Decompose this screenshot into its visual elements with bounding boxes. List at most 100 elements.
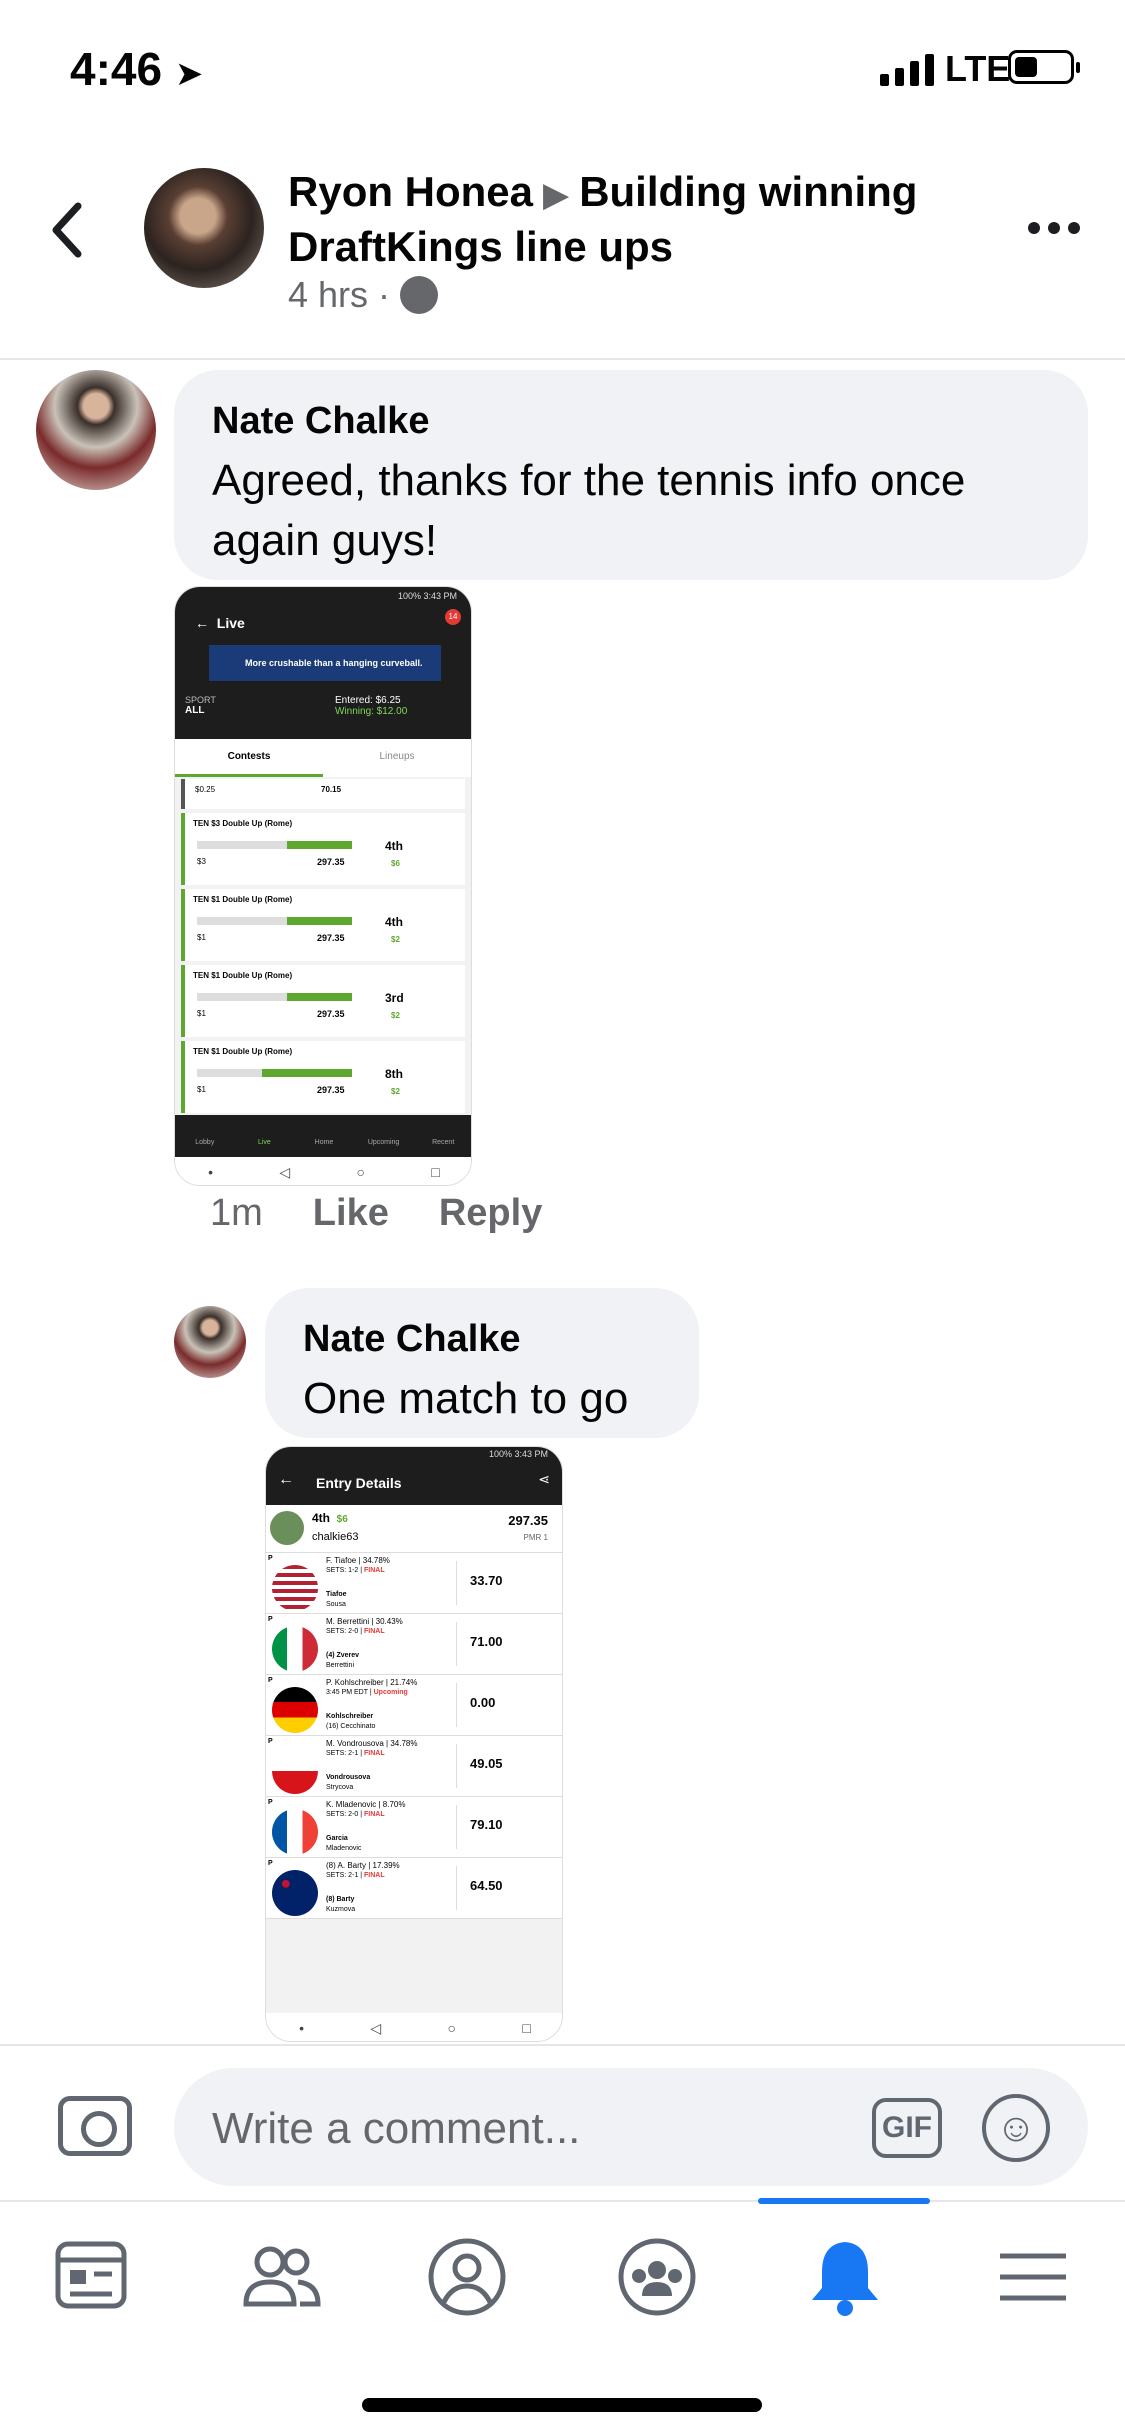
comment-bubble: Nate Chalke Agreed, thanks for the tenni… (174, 370, 1088, 580)
author-avatar[interactable] (144, 168, 264, 288)
aus-flag-icon (272, 1870, 318, 1916)
author-name[interactable]: Ryon Honea (288, 168, 533, 215)
menu-icon[interactable] (988, 2232, 1078, 2322)
emoji-icon[interactable]: ☺ (982, 2094, 1050, 2162)
contest-points: 297.35 (317, 1009, 345, 1019)
comment-image-entry[interactable]: 100% 3:43 PM ← Entry Details ⋖ 4th $6 ch… (265, 1446, 563, 2042)
commenter-avatar[interactable] (174, 1306, 246, 1378)
battery-icon (1008, 50, 1080, 84)
back-arrow-icon: ← (278, 1471, 294, 1488)
comment-text: Agreed, thanks for the tennis info once … (212, 456, 966, 565)
match-player-1: Tiafoe (326, 1591, 347, 1598)
contest-card: TEN $3 Double Up (Rome) $3 297.35 4th $6 (181, 813, 465, 885)
match-player-2: Kuzmova (326, 1906, 356, 1913)
contest-winnings: $2 (391, 1011, 400, 1020)
contest-title: TEN $1 Double Up (Rome) (193, 971, 293, 980)
image-nav-item: Recent (432, 1139, 455, 1146)
news-feed-icon[interactable] (48, 2232, 138, 2322)
match-status: 3:45 PM EDT | Upcoming (326, 1689, 408, 1696)
post-title[interactable]: Ryon Honea ▶ Building winning DraftKings l… (288, 166, 988, 273)
position-label: P (268, 1555, 273, 1562)
image-status: 100% 3:43 PM (488, 1449, 548, 1459)
contest-points: 297.35 (317, 1085, 345, 1095)
match-player-2: Strycova (326, 1784, 354, 1791)
groups-icon[interactable] (612, 2232, 702, 2322)
gif-button[interactable]: GIF (872, 2098, 942, 2158)
contest-points: 297.35 (317, 933, 345, 943)
contest-title: TEN $1 Double Up (Rome) (193, 1047, 293, 1056)
match-player-1: Vondrousova (326, 1774, 371, 1781)
tab-lineups: Lineups (379, 751, 415, 762)
network-label: LTE (945, 48, 1011, 89)
contest-row: $0.25 70.15 (181, 779, 465, 809)
progress-bar (197, 841, 352, 849)
contest-title: TEN $1 Double Up (Rome) (193, 895, 293, 904)
fra-flag-icon (272, 1809, 318, 1855)
image-nav-item: Live (257, 1139, 271, 1146)
ita-flag-icon (272, 1626, 318, 1672)
progress-bar (197, 1069, 352, 1077)
comment-time: 1m (210, 1192, 263, 1234)
comment-input[interactable]: Write a comment... GIF ☺ (174, 2068, 1088, 2186)
comment-text: One match to go (303, 1374, 629, 1423)
match-player-1: (8) Barty (326, 1896, 355, 1903)
image-nav-item: Lobby (195, 1139, 215, 1146)
post-header: Ryon Honea ▶ Building winning DraftKings l… (0, 140, 1125, 360)
match-status: SETS: 2-1 | FINAL (326, 1750, 385, 1757)
player-name: K. Mladenovic | 8.70% (326, 1800, 406, 1809)
entry-summary: 4th $6 chalkie63 297.35 PMR 1 (266, 1505, 562, 1553)
match-player-2: Mladenovic (326, 1845, 362, 1852)
comment-placeholder[interactable]: Write a comment... (212, 2104, 580, 2154)
player-row: P M. Vondrousova | 34.78% SETS: 2-1 | FI… (266, 1736, 562, 1797)
position-label: P (268, 1616, 273, 1623)
match-player-2: Sousa (326, 1601, 346, 1608)
commenter-name[interactable]: Nate Chalke (303, 1318, 661, 1361)
pmr-label: PMR 1 (523, 1533, 548, 1542)
contest-winnings: $6 (391, 859, 400, 868)
friends-icon[interactable] (236, 2232, 326, 2322)
commenter-name[interactable]: Nate Chalke (212, 400, 1050, 443)
player-row: P P. Kohlschreiber | 21.74% 3:45 PM EDT … (266, 1675, 562, 1736)
like-button[interactable]: Like (313, 1192, 389, 1235)
contest-fee: $1 (197, 933, 206, 942)
match-status: SETS: 2-1 | FINAL (326, 1872, 385, 1879)
player-name: (8) A. Barty | 17.39% (326, 1861, 400, 1870)
match-player-1: Garcia (326, 1835, 348, 1842)
contest-place: 8th (385, 1067, 403, 1081)
image-bottom-nav: Lobby Live Home Upcoming Recent (175, 1115, 471, 1157)
position-label: P (268, 1738, 273, 1745)
notification-badge: 14 (445, 609, 461, 625)
back-icon[interactable] (48, 200, 88, 260)
player-row: P K. Mladenovic | 8.70% SETS: 2-0 | FINA… (266, 1797, 562, 1858)
position-label: P (268, 1677, 273, 1684)
profile-icon[interactable] (422, 2232, 512, 2322)
contest-place: 3rd (385, 991, 404, 1005)
player-row: P M. Berrettini | 30.43% SETS: 2-0 | FIN… (266, 1614, 562, 1675)
usa-flag-icon (272, 1565, 318, 1611)
reply-button[interactable]: Reply (439, 1192, 542, 1235)
comment-image-live[interactable]: 100% 3:43 PM ← Live 14 More crushable th… (174, 586, 472, 1186)
camera-icon[interactable] (58, 2096, 132, 2156)
more-options-icon[interactable] (1028, 222, 1080, 234)
triangle-icon: ▶ (543, 176, 570, 214)
username: chalkie63 (312, 1531, 359, 1543)
signal-icon (880, 52, 934, 86)
position-label: P (268, 1799, 273, 1806)
player-points: 79.10 (470, 1817, 503, 1832)
player-name: M. Berrettini | 30.43% (326, 1617, 403, 1626)
comment-composer: Write a comment... GIF ☺ (0, 2044, 1125, 2200)
position-label: P (268, 1860, 273, 1867)
player-name: P. Kohlschreiber | 21.74% (326, 1678, 418, 1687)
ger-flag-icon (272, 1687, 318, 1733)
entry-score: 297.35 (508, 1513, 548, 1528)
notifications-icon[interactable] (800, 2232, 890, 2322)
contest-fee: $1 (197, 1085, 206, 1094)
contest-place: 4th (385, 915, 403, 929)
entered-summary: Entered: $6.25 Winning: $12.00 (335, 695, 408, 717)
player-points: 0.00 (470, 1695, 496, 1710)
android-nav: • ◁ ○ □ (266, 2013, 562, 2041)
commenter-avatar[interactable] (36, 370, 156, 490)
player-name: F. Tiafoe | 34.78% (326, 1556, 390, 1565)
image-nav-item: Upcoming (367, 1139, 400, 1146)
image-nav-item: Home (314, 1139, 334, 1146)
